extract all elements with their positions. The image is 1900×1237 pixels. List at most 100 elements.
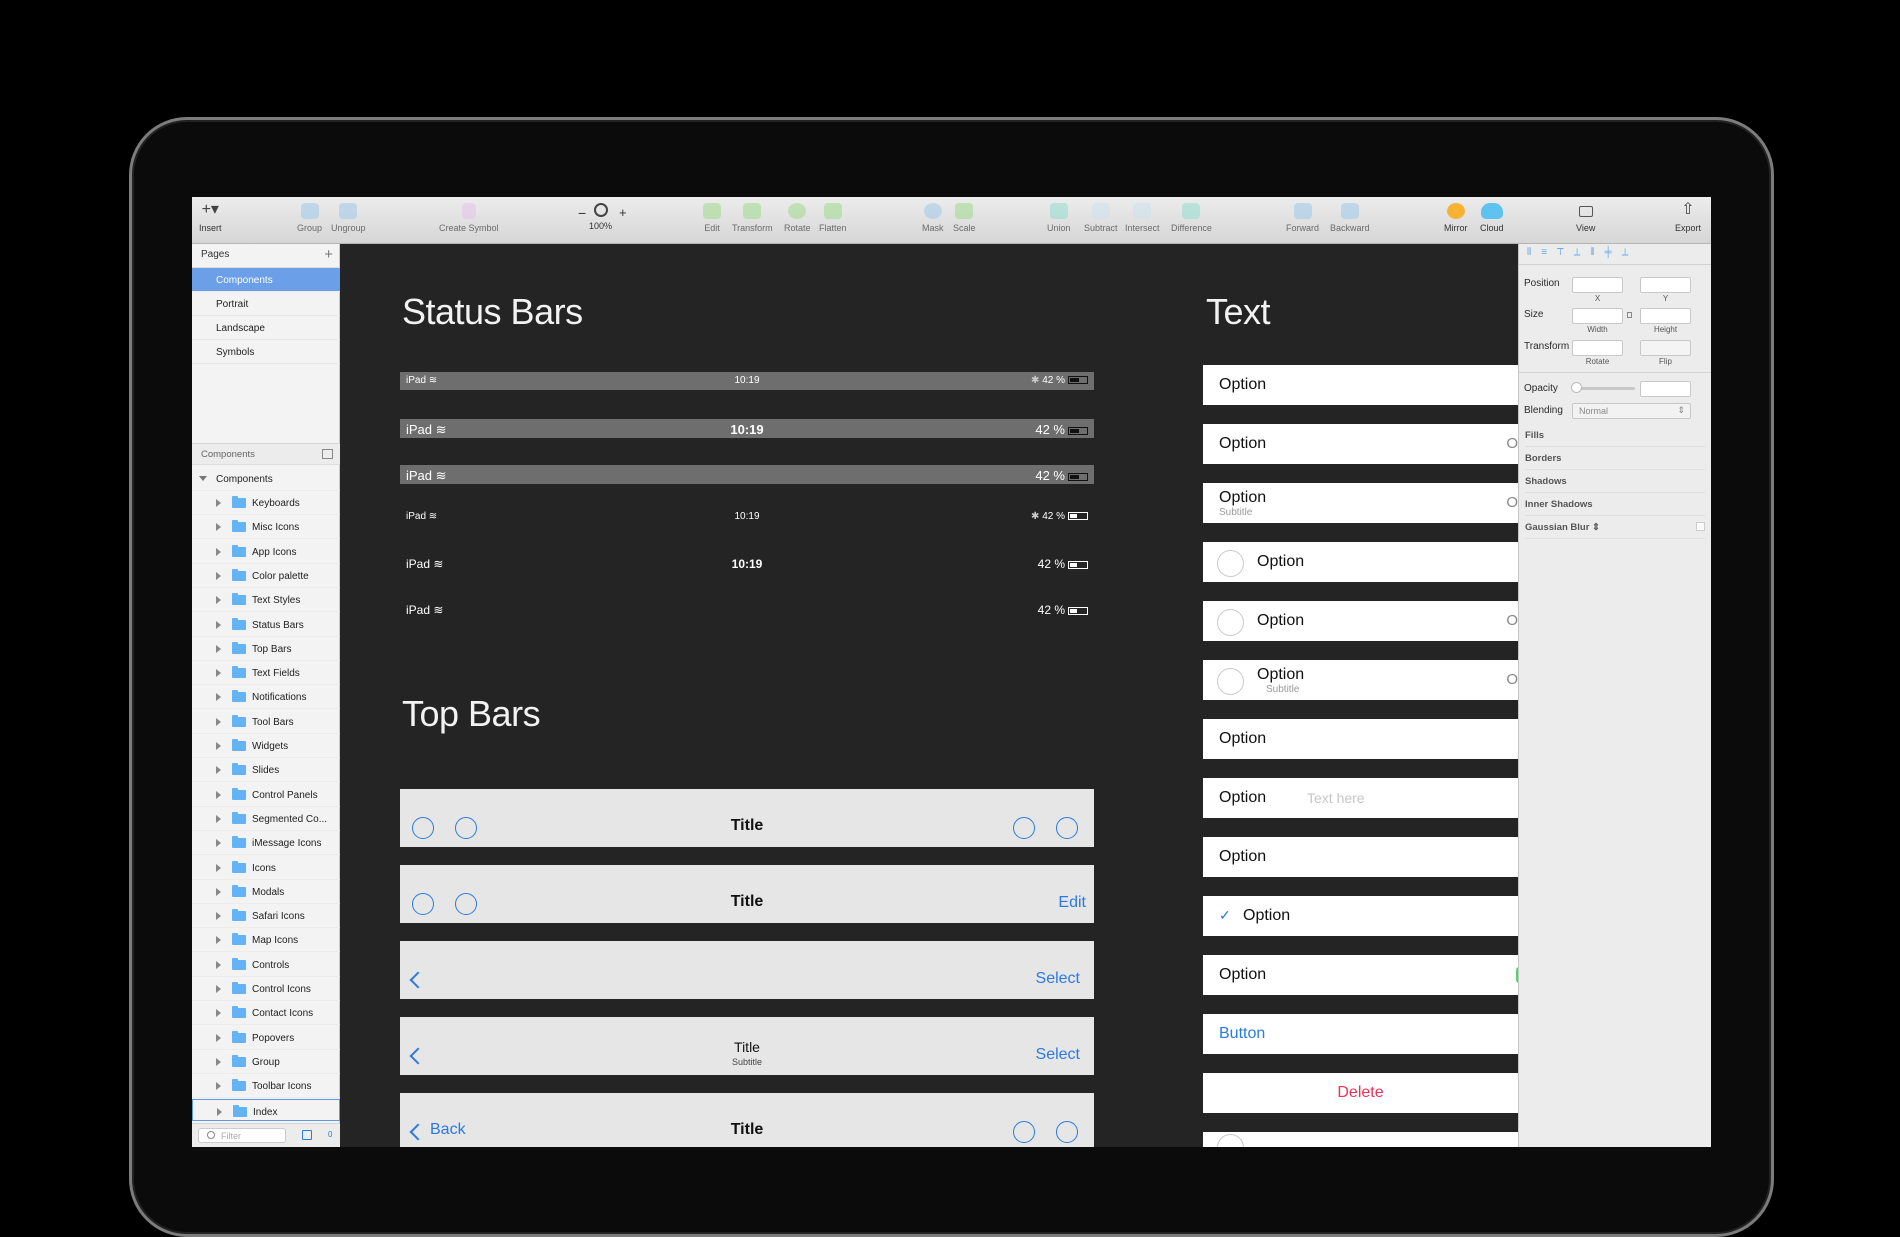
flip-buttons[interactable] bbox=[1640, 340, 1691, 356]
select-link[interactable]: Select bbox=[1036, 1046, 1080, 1064]
disclosure-triangle-icon[interactable] bbox=[216, 960, 221, 969]
list-item[interactable] bbox=[1203, 1132, 1518, 1147]
circle-icon[interactable] bbox=[1056, 1121, 1078, 1143]
list-item[interactable]: Option bbox=[1203, 365, 1518, 405]
list-item-checked[interactable]: ✓ Option bbox=[1203, 896, 1518, 936]
list-item[interactable]: Option bbox=[1203, 542, 1518, 582]
fills-section[interactable]: Fills bbox=[1525, 424, 1705, 447]
status-bar[interactable]: iPad ≋ 10:19 ✱ 42 % bbox=[400, 372, 1094, 390]
forward-button[interactable]: Forward bbox=[1286, 203, 1319, 233]
layer-group-components[interactable]: Components bbox=[192, 467, 340, 491]
sidebar-item-layer[interactable]: Misc Icons bbox=[192, 515, 340, 540]
disclosure-triangle-icon[interactable] bbox=[216, 717, 221, 726]
disclosure-triangle-icon[interactable] bbox=[216, 571, 221, 580]
top-bar[interactable]: Title bbox=[400, 789, 1094, 847]
filter-input[interactable]: Filter bbox=[198, 1128, 286, 1143]
disclosure-triangle-icon[interactable] bbox=[216, 863, 221, 872]
sidebar-item-layer[interactable]: Modals bbox=[192, 880, 340, 904]
circle-icon[interactable] bbox=[1013, 817, 1035, 839]
page-landscape[interactable]: Landscape bbox=[192, 316, 340, 340]
sidebar-item-layer[interactable]: Control Panels bbox=[192, 783, 340, 807]
opacity-slider-knob[interactable] bbox=[1571, 382, 1582, 393]
top-bar[interactable]: Title Edit bbox=[400, 865, 1094, 923]
sidebar-item-layer[interactable]: iMessage Icons bbox=[192, 831, 340, 856]
page-symbols[interactable]: Symbols bbox=[192, 340, 340, 364]
list-item[interactable]: Option O bbox=[1203, 424, 1518, 464]
difference-button[interactable]: Difference bbox=[1171, 203, 1212, 233]
status-bar[interactable]: iPad ≋ 42 % bbox=[400, 600, 1094, 618]
cloud-button[interactable]: Cloud bbox=[1480, 203, 1504, 233]
sidebar-item-layer[interactable]: Color palette bbox=[192, 564, 340, 588]
status-bar[interactable]: iPad ≋ 10:19 ✱ 42 % bbox=[400, 508, 1094, 526]
align-left-icon[interactable]: ⫴ bbox=[1527, 247, 1541, 258]
view-button[interactable]: View bbox=[1576, 203, 1595, 233]
chevron-left-icon[interactable] bbox=[409, 971, 427, 989]
delete-button[interactable]: Delete bbox=[1203, 1073, 1518, 1113]
disclosure-triangle-icon[interactable] bbox=[216, 693, 221, 702]
disclosure-triangle-icon[interactable] bbox=[216, 620, 221, 629]
sidebar-item-layer[interactable]: Top Bars bbox=[192, 637, 340, 661]
disclosure-triangle-icon[interactable] bbox=[216, 790, 221, 799]
align-top-icon[interactable]: ⊤ bbox=[1557, 247, 1574, 258]
sidebar-item-layer[interactable]: Status Bars bbox=[192, 613, 340, 637]
radio-circle-icon[interactable] bbox=[1217, 550, 1244, 577]
button-row[interactable]: Button bbox=[1203, 1014, 1518, 1054]
disclosure-triangle-icon[interactable] bbox=[216, 1033, 221, 1042]
sidebar-item-layer[interactable]: Group bbox=[192, 1050, 340, 1074]
intersect-button[interactable]: Intersect bbox=[1125, 203, 1160, 233]
disclosure-triangle-icon[interactable] bbox=[216, 912, 221, 921]
sidebar-item-layer[interactable]: Contact Icons bbox=[192, 1001, 340, 1026]
edit-button[interactable]: Edit bbox=[703, 203, 721, 233]
sidebar-item-layer[interactable]: Toolbar Icons bbox=[192, 1074, 340, 1099]
list-item-with-field[interactable]: Option Text here bbox=[1203, 778, 1518, 818]
scale-button[interactable]: Scale bbox=[953, 203, 976, 233]
sidebar-item-layer[interactable]: Text Styles bbox=[192, 588, 340, 613]
shadows-section[interactable]: Shadows bbox=[1525, 470, 1705, 493]
page-portrait[interactable]: Portrait bbox=[192, 292, 340, 316]
top-bar[interactable]: Title Subtitle Select bbox=[400, 1017, 1094, 1075]
disclosure-triangle-icon[interactable] bbox=[216, 985, 221, 993]
sidebar-item-layer[interactable]: Text Fields bbox=[192, 661, 340, 686]
sidebar-item-layer[interactable]: Notifications bbox=[192, 685, 340, 710]
status-bar[interactable]: iPad ≋ 10:19 42 % bbox=[400, 554, 1094, 572]
align-bottom-icon[interactable]: ⊥ bbox=[1622, 247, 1639, 258]
disclosure-triangle-icon[interactable] bbox=[216, 1082, 221, 1091]
zoom-level[interactable]: 100% bbox=[589, 203, 612, 231]
disclosure-triangle-icon[interactable] bbox=[216, 547, 221, 556]
sidebar-item-layer[interactable]: Tool Bars bbox=[192, 710, 340, 734]
sidebar-item-layer[interactable]: Popovers bbox=[192, 1026, 340, 1050]
zoom-in-button[interactable]: + bbox=[619, 205, 627, 220]
group-button[interactable]: Group bbox=[297, 203, 322, 233]
sidebar-item-layer[interactable]: Map Icons bbox=[192, 928, 340, 953]
select-link[interactable]: Select bbox=[1036, 970, 1080, 988]
add-page-button[interactable]: + bbox=[324, 246, 333, 263]
opacity-field[interactable] bbox=[1640, 381, 1691, 397]
sidebar-item-layer[interactable]: Slides bbox=[192, 758, 340, 783]
sidebar-item-layer[interactable]: Index bbox=[192, 1098, 340, 1121]
disclosure-triangle-icon[interactable] bbox=[216, 669, 221, 678]
disclosure-triangle-icon[interactable] bbox=[216, 742, 221, 750]
rotate-button[interactable]: Rotate bbox=[784, 203, 811, 233]
transform-button[interactable]: Transform bbox=[732, 203, 773, 233]
list-item[interactable]: Option Subtitle O bbox=[1203, 660, 1518, 700]
text-field[interactable]: Text here bbox=[1307, 790, 1365, 806]
disclosure-triangle-icon[interactable] bbox=[216, 1057, 221, 1066]
top-bar[interactable]: Select bbox=[400, 941, 1094, 999]
height-field[interactable] bbox=[1640, 308, 1691, 324]
blur-checkbox[interactable] bbox=[1696, 522, 1705, 531]
x-field[interactable] bbox=[1572, 277, 1623, 293]
sidebar-item-layer[interactable]: Keyboards bbox=[192, 491, 340, 515]
disclosure-triangle-icon[interactable] bbox=[216, 839, 221, 848]
sidebar-item-layer[interactable]: Segmented Co... bbox=[192, 807, 340, 831]
radio-circle-icon[interactable] bbox=[1217, 668, 1244, 695]
borders-section[interactable]: Borders bbox=[1525, 447, 1705, 470]
list-item[interactable]: Option O bbox=[1203, 601, 1518, 641]
create-symbol-button[interactable]: Create Symbol bbox=[439, 203, 499, 233]
collapse-icon[interactable] bbox=[322, 449, 333, 459]
sidebar-item-layer[interactable]: App Icons bbox=[192, 540, 340, 564]
disclosure-triangle-icon[interactable] bbox=[216, 644, 221, 653]
y-field[interactable] bbox=[1640, 277, 1691, 293]
edit-layers-icon[interactable] bbox=[302, 1130, 312, 1140]
sidebar-item-layer[interactable]: Control Icons bbox=[192, 977, 340, 1001]
sidebar-item-layer[interactable]: Controls bbox=[192, 953, 340, 977]
